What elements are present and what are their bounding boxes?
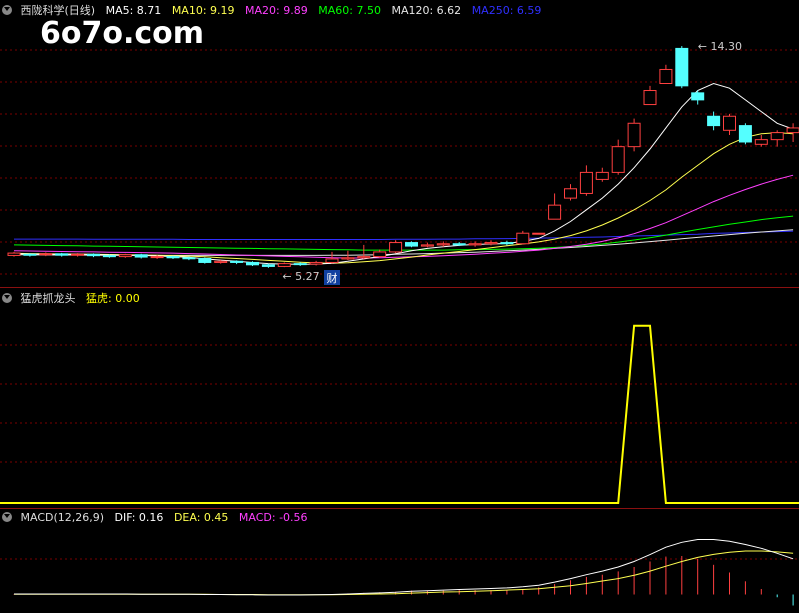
candle-body	[595, 171, 609, 180]
indicator-title: 猛虎抓龙头	[20, 292, 76, 305]
ma20-label: MA20: 9.89	[245, 4, 308, 17]
macd-legend: MACD(12,26,9) DIF: 0.16 DEA: 0.45 MACD: …	[2, 511, 315, 524]
candle-body	[373, 251, 387, 258]
dropdown-icon[interactable]	[2, 5, 12, 15]
candle-body	[707, 115, 721, 127]
ma60-label: MA60: 7.50	[318, 4, 381, 17]
ma10-line	[13, 132, 794, 264]
price-panel: 西陇科学(日线) MA5: 8.71 MA10: 9.19 MA20: 9.89…	[0, 0, 799, 287]
candle-body	[230, 260, 244, 263]
candle-body	[564, 188, 577, 199]
candle-body	[548, 204, 562, 220]
candle-body	[134, 254, 148, 258]
ma20-line	[13, 174, 794, 259]
candle-body	[723, 115, 736, 131]
candle-body	[691, 92, 705, 101]
candle-body	[198, 257, 212, 263]
candle-body	[325, 258, 339, 263]
watermark-logo: 6o7o.com	[40, 16, 205, 51]
candle-body	[87, 253, 100, 257]
candle-body	[405, 242, 418, 247]
candle-body	[420, 244, 434, 247]
candle-body	[39, 253, 53, 256]
stock-title: 西陇科学(日线)	[20, 4, 96, 17]
candle-body	[532, 232, 546, 235]
ma250-line	[14, 230, 794, 240]
event-badge-label: 财	[327, 271, 338, 285]
candle-body	[754, 139, 768, 145]
ma250-label: MA250: 6.59	[471, 4, 542, 17]
candle-body	[166, 256, 180, 259]
ma10-label: MA10: 9.19	[171, 4, 235, 17]
dropdown-icon[interactable]	[2, 293, 12, 303]
candle-body	[770, 132, 784, 141]
candle-body	[55, 253, 69, 256]
dea-line	[14, 550, 794, 596]
candle-body	[436, 243, 450, 246]
candle-body	[627, 122, 641, 148]
candle-body	[516, 232, 530, 245]
candle-body	[786, 127, 799, 134]
indicator-legend: 猛虎抓龙头 猛虎: 0.00	[2, 290, 147, 306]
ma5-line	[13, 82, 794, 265]
ma5-label: MA5: 8.71	[105, 4, 162, 17]
indicator-panel: 猛虎抓龙头 猛虎: 0.00	[0, 288, 799, 508]
dea-label: DEA: 0.45	[173, 511, 229, 524]
macd-panel: MACD(12,26,9) DIF: 0.16 DEA: 0.45 MACD: …	[0, 509, 799, 613]
candle-body	[71, 253, 85, 256]
macd-title: MACD(12,26,9)	[20, 511, 105, 524]
candle-body	[468, 243, 482, 246]
price-legend: 西陇科学(日线) MA5: 8.71 MA10: 9.19 MA20: 9.89…	[2, 2, 548, 18]
candle-body	[261, 264, 275, 267]
candle-body	[500, 242, 514, 245]
candle-body	[150, 256, 164, 259]
indicator-value: 猛虎: 0.00	[86, 292, 140, 305]
candle-body	[611, 146, 625, 173]
indicator-chart	[0, 324, 799, 504]
candle-body	[214, 260, 228, 263]
candle-body	[23, 253, 37, 256]
dif-line	[14, 539, 794, 596]
candle-body	[659, 68, 673, 85]
candle-body	[277, 263, 291, 267]
candle-body	[7, 252, 21, 256]
candle-body	[293, 263, 307, 266]
candle-body	[579, 171, 593, 194]
signal-line	[0, 324, 799, 504]
candle-body	[484, 242, 498, 245]
high-price-label: ← 14.30	[698, 40, 742, 53]
ma120-label: MA120: 6.62	[391, 4, 462, 17]
dif-label: DIF: 0.16	[114, 511, 164, 524]
macd-chart	[0, 539, 799, 606]
low-price-label: ← 5.27	[282, 270, 319, 283]
candle-body	[341, 257, 355, 260]
dropdown-icon[interactable]	[2, 512, 12, 522]
ma60-line	[13, 215, 794, 251]
candle-body	[675, 47, 689, 87]
candle-body	[452, 243, 466, 246]
candle-body	[182, 257, 196, 260]
candle-body	[738, 125, 752, 143]
candle-body	[118, 254, 132, 258]
candle-body	[309, 261, 323, 265]
candle-body	[643, 90, 657, 106]
candle-body	[102, 255, 116, 258]
candle-body	[357, 256, 371, 259]
candle-body	[389, 242, 403, 253]
candle-body	[246, 261, 259, 266]
macd-label: MACD: -0.56	[238, 511, 308, 524]
